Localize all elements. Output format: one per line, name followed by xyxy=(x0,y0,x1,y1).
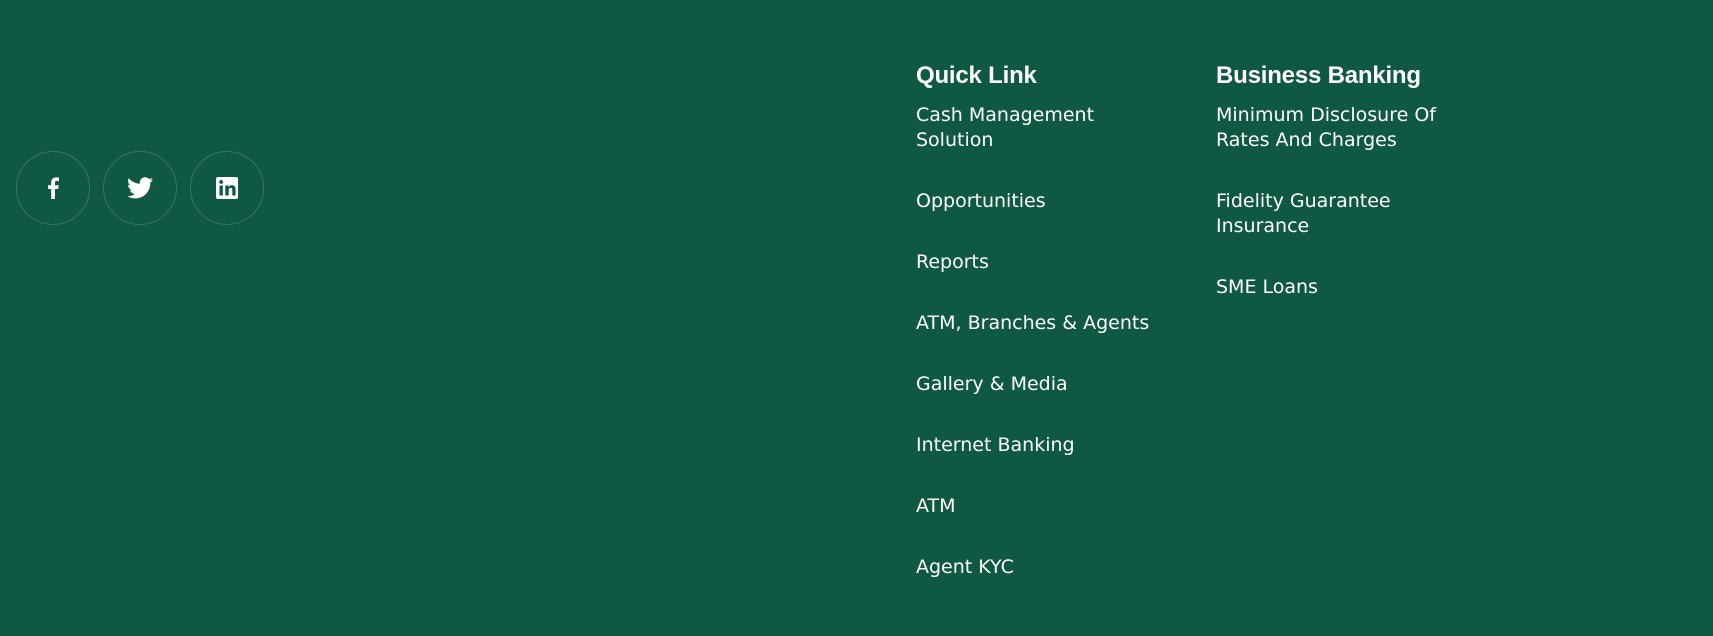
twitter-button[interactable] xyxy=(103,151,177,225)
facebook-icon xyxy=(46,177,60,199)
opportunities-link[interactable]: Opportunities xyxy=(916,189,1046,214)
list-item: ATM, Branches & Agents xyxy=(916,311,1166,336)
linkedin-icon xyxy=(216,177,238,199)
fidelity-guarantee-insurance-link[interactable]: Fidelity Guarantee Insurance xyxy=(1216,189,1456,239)
quick-link-list: Cash Management Solution Opportunities R… xyxy=(916,103,1166,580)
list-item: Opportunities xyxy=(916,189,1166,214)
facebook-button[interactable] xyxy=(16,151,90,225)
list-item: Agent KYC xyxy=(916,555,1166,580)
business-banking-list: Minimum Disclosure Of Rates And Charges … xyxy=(1216,103,1476,300)
cash-management-solution-link[interactable]: Cash Management Solution xyxy=(916,103,1156,153)
internet-banking-link[interactable]: Internet Banking xyxy=(916,433,1075,458)
minimum-disclosure-link[interactable]: Minimum Disclosure Of Rates And Charges xyxy=(1216,103,1456,153)
sme-loans-link[interactable]: SME Loans xyxy=(1216,275,1318,300)
list-item: Fidelity Guarantee Insurance xyxy=(1216,189,1476,239)
list-item: Reports xyxy=(916,250,1166,275)
business-banking-column: Business Banking Minimum Disclosure Of R… xyxy=(1216,60,1476,336)
list-item: SME Loans xyxy=(1216,275,1476,300)
linkedin-button[interactable] xyxy=(190,151,264,225)
atm-link[interactable]: ATM xyxy=(916,494,956,519)
reports-link[interactable]: Reports xyxy=(916,250,989,275)
agent-kyc-link[interactable]: Agent KYC xyxy=(916,555,1014,580)
list-item: Gallery & Media xyxy=(916,372,1166,397)
gallery-media-link[interactable]: Gallery & Media xyxy=(916,372,1068,397)
quick-link-column: Quick Link Cash Management Solution Oppo… xyxy=(916,60,1166,616)
quick-link-heading: Quick Link xyxy=(916,62,1037,89)
atm-branches-agents-link[interactable]: ATM, Branches & Agents xyxy=(916,311,1149,336)
list-item: ATM xyxy=(916,494,1166,519)
twitter-icon xyxy=(127,177,153,199)
business-banking-heading: Business Banking xyxy=(1216,62,1421,89)
social-links xyxy=(16,151,264,225)
list-item: Internet Banking xyxy=(916,433,1166,458)
list-item: Minimum Disclosure Of Rates And Charges xyxy=(1216,103,1476,153)
list-item: Cash Management Solution xyxy=(916,103,1166,153)
